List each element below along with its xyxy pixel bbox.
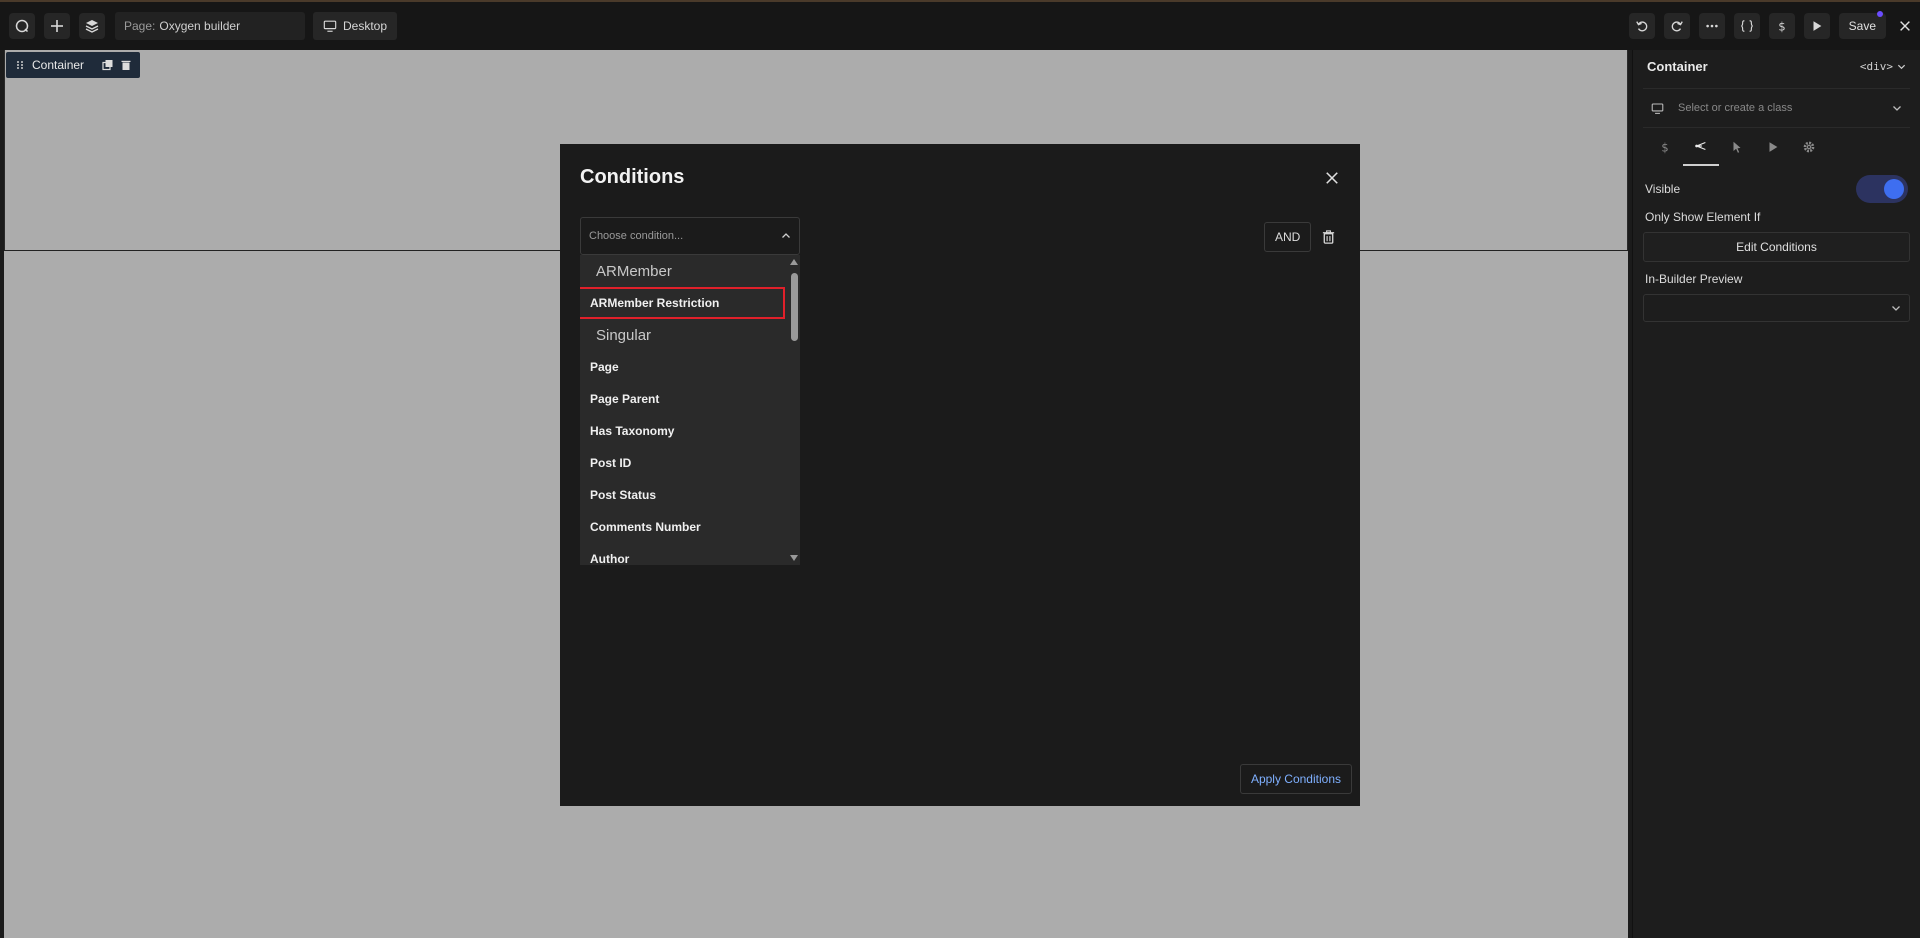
condition-placeholder: Choose condition...	[589, 230, 684, 242]
unsaved-indicator	[1877, 11, 1883, 17]
code-icon[interactable]	[1733, 13, 1760, 39]
class-selector[interactable]: Select or create a class	[1643, 88, 1910, 128]
dropdown-option[interactable]: Comments Number	[580, 511, 788, 543]
delete-icon[interactable]	[120, 59, 132, 71]
tab-interactions[interactable]	[1719, 128, 1755, 166]
dropdown-option[interactable]: Author	[580, 543, 788, 565]
svg-text:$: $	[1778, 19, 1785, 33]
page-selector[interactable]: Page: Oxygen builder	[115, 12, 305, 40]
redo-icon[interactable]	[1663, 13, 1690, 39]
only-show-label: Only Show Element If	[1645, 210, 1761, 224]
in-builder-preview-label: In-Builder Preview	[1645, 272, 1743, 286]
dropdown-group-singular: Singular	[596, 326, 652, 344]
play-preview-icon[interactable]	[1803, 13, 1830, 39]
dropdown-option-armember-restriction[interactable]: ARMember Restriction	[580, 287, 785, 319]
dropdown-group-armember: ARMember	[596, 262, 672, 280]
dropdown-option[interactable]: Post Status	[580, 479, 788, 511]
chevron-down-icon	[1892, 306, 1900, 311]
scroll-up-arrow-icon[interactable]	[790, 259, 798, 265]
conditions-modal: Conditions Choose condition... AND ARMem…	[560, 144, 1360, 806]
tab-settings[interactable]	[1791, 128, 1827, 166]
dropdown-option[interactable]: Post ID	[580, 447, 788, 479]
save-label: Save	[1848, 19, 1876, 33]
edit-conditions-button[interactable]: Edit Conditions	[1643, 232, 1910, 262]
visible-toggle[interactable]	[1856, 175, 1908, 203]
drag-handle-icon[interactable]	[14, 59, 26, 71]
close-modal-icon[interactable]	[1322, 168, 1342, 188]
dropdown-option[interactable]: Has Taxonomy	[580, 415, 788, 447]
device-label: Desktop	[343, 19, 388, 33]
in-builder-preview-select[interactable]	[1643, 294, 1910, 322]
conditions-branch-icon	[1695, 141, 1706, 151]
element-tag-selector[interactable]: <div>	[1860, 60, 1906, 73]
visible-label: Visible	[1645, 182, 1681, 196]
element-tag: <div>	[1859, 59, 1893, 73]
gear-icon	[1803, 141, 1815, 153]
dropdown-option[interactable]: Page Parent	[580, 383, 788, 415]
oxygen-logo-icon[interactable]	[9, 13, 35, 39]
scroll-down-arrow-icon[interactable]	[790, 555, 798, 561]
panel-tabs: $	[1633, 128, 1920, 166]
chevron-up-icon	[782, 233, 790, 238]
add-element-icon[interactable]	[44, 13, 70, 39]
class-placeholder: Select or create a class	[1678, 102, 1793, 114]
play-icon	[1769, 142, 1778, 152]
modal-title: Conditions	[580, 166, 685, 188]
dropdown-option[interactable]: Page	[580, 351, 788, 383]
tab-animation[interactable]	[1755, 128, 1791, 166]
condition-dropdown-list[interactable]: ARMember ARMember Restriction Singular P…	[580, 255, 800, 565]
close-builder-icon[interactable]	[1890, 13, 1920, 39]
tab-conditions[interactable]	[1683, 128, 1719, 166]
tab-dynamic-data[interactable]: $	[1647, 128, 1683, 166]
undo-icon[interactable]	[1628, 13, 1655, 39]
chevron-down-icon	[1897, 64, 1906, 69]
svg-text:$: $	[1661, 140, 1668, 154]
monitor-icon	[1651, 103, 1664, 114]
and-button[interactable]: AND	[1264, 222, 1312, 252]
container-tag-label: Container	[32, 58, 85, 72]
properties-panel: Container <div> Select or create a class…	[1632, 50, 1920, 938]
monitor-icon	[323, 20, 337, 32]
top-toolbar: Page: Oxygen builder Desktop $ Save	[0, 2, 1920, 50]
duplicate-icon[interactable]	[102, 59, 114, 71]
page-name: Oxygen builder	[159, 19, 241, 33]
container-toolbar[interactable]: Container	[6, 52, 141, 78]
condition-select[interactable]: Choose condition...	[580, 217, 800, 255]
chevron-down-icon	[1893, 106, 1901, 111]
more-options-icon[interactable]	[1698, 13, 1725, 39]
device-selector[interactable]: Desktop	[313, 12, 398, 40]
panel-title: Container	[1647, 58, 1708, 74]
dropdown-scrollbar[interactable]	[788, 255, 800, 565]
layers-icon[interactable]	[79, 13, 105, 39]
scrollbar-thumb[interactable]	[791, 273, 798, 341]
trash-icon[interactable]	[1318, 226, 1338, 248]
cursor-icon	[1733, 141, 1741, 153]
dollar-icon: $	[1661, 140, 1668, 154]
apply-conditions-button[interactable]: Apply Conditions	[1239, 764, 1352, 794]
dollar-icon[interactable]: $	[1768, 13, 1795, 39]
page-prefix: Page:	[124, 19, 156, 33]
save-button[interactable]: Save	[1838, 11, 1886, 39]
